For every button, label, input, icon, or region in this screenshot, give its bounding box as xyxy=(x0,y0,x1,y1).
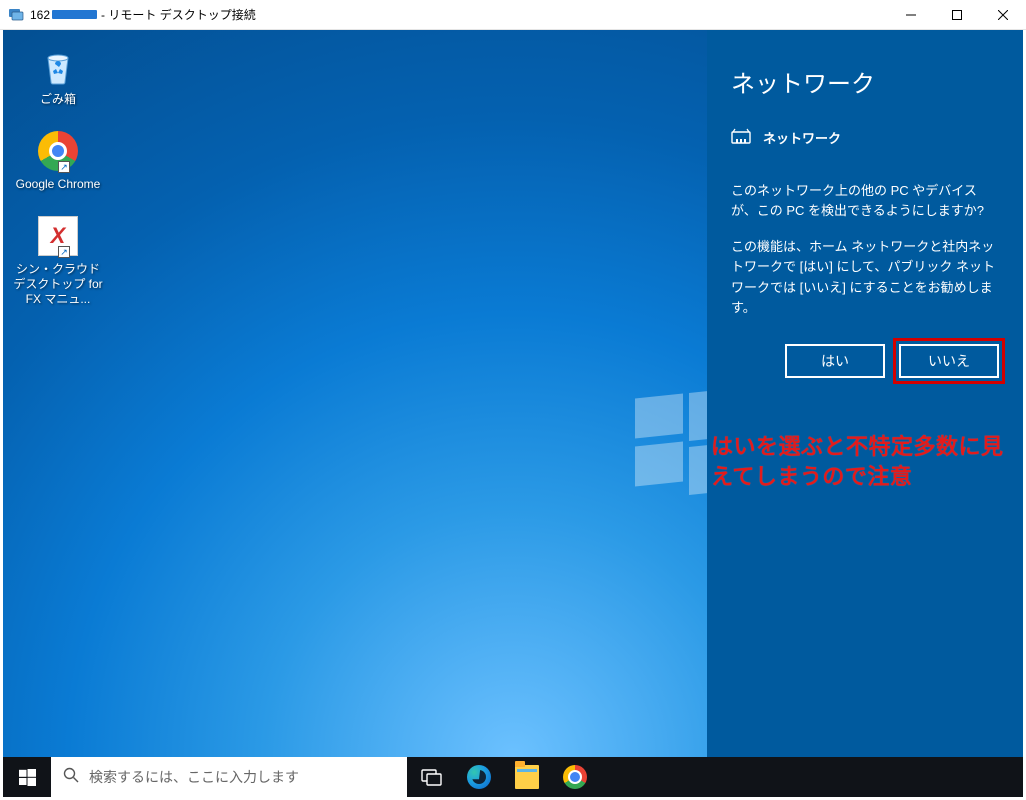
taskbar-search[interactable]: 検索するには、ここに入力します xyxy=(51,757,407,797)
network-panel: ネットワーク ネットワーク このネットワーク上の他の PC やデバイスが、この … xyxy=(707,30,1023,757)
shortcut-arrow-icon: ↗ xyxy=(58,246,70,258)
network-panel-title: ネットワーク xyxy=(731,64,999,99)
network-section-row: ネットワーク xyxy=(731,127,999,147)
maximize-button[interactable] xyxy=(934,0,980,30)
folder-icon xyxy=(515,765,539,789)
taskbar-explorer[interactable] xyxy=(503,757,551,797)
network-message-2: この機能は、ホーム ネットワークと社内ネットワークで [はい] にして、パブリッ… xyxy=(731,237,999,318)
close-button[interactable] xyxy=(980,0,1026,30)
document-icon: X ↗ xyxy=(36,214,80,258)
search-placeholder: 検索するには、ここに入力します xyxy=(89,767,299,787)
title-prefix: 162 xyxy=(30,8,50,22)
no-button[interactable]: いいえ xyxy=(899,344,999,378)
search-icon xyxy=(63,767,79,788)
network-buttons: はい いいえ xyxy=(731,344,999,378)
chrome-icon: ↗ xyxy=(36,129,80,173)
taskbar-edge[interactable] xyxy=(455,757,503,797)
chrome-label: Google Chrome xyxy=(13,177,103,192)
ethernet-icon xyxy=(731,127,751,147)
taskbar: 検索するには、ここに入力します xyxy=(3,757,1023,797)
chrome-shortcut-icon[interactable]: ↗ Google Chrome xyxy=(13,129,103,192)
chrome-icon xyxy=(563,765,587,789)
edge-icon xyxy=(467,765,491,789)
recycle-bin-icon[interactable]: ごみ箱 xyxy=(13,44,103,107)
network-section-label: ネットワーク xyxy=(763,128,841,147)
desktop-icons: ごみ箱 ↗ Google Chrome X ↗ シン・クラウドデスクトップ fo… xyxy=(13,44,103,329)
trash-icon xyxy=(36,44,80,88)
titlebar: 162 - リモート デスクトップ接続 xyxy=(0,0,1026,30)
start-button[interactable] xyxy=(3,757,51,797)
task-view-button[interactable] xyxy=(407,757,455,797)
remote-desktop-area: ごみ箱 ↗ Google Chrome X ↗ シン・クラウドデスクトップ fo… xyxy=(3,30,1023,797)
title-redacted xyxy=(52,10,97,19)
shortcut-arrow-icon: ↗ xyxy=(58,161,70,173)
yes-button[interactable]: はい xyxy=(785,344,885,378)
remote-desktop[interactable]: ごみ箱 ↗ Google Chrome X ↗ シン・クラウドデスクトップ fo… xyxy=(3,30,1023,797)
recycle-bin-label: ごみ箱 xyxy=(13,92,103,107)
title-suffix: - リモート デスクトップ接続 xyxy=(101,6,256,23)
rdp-icon xyxy=(8,7,24,23)
app-shortcut-icon[interactable]: X ↗ シン・クラウドデスクトップ for FX マニュ... xyxy=(13,214,103,307)
rdp-window: 162 - リモート デスクトップ接続 xyxy=(0,0,1026,800)
taskbar-chrome[interactable] xyxy=(551,757,599,797)
minimize-button[interactable] xyxy=(888,0,934,30)
annotation-text: はいを選ぶと不特定多数に見えてしまうので注意 xyxy=(711,432,1015,491)
app-label: シン・クラウドデスクトップ for FX マニュ... xyxy=(13,262,103,307)
network-message-1: このネットワーク上の他の PC やデバイスが、この PC を検出できるようにしま… xyxy=(731,181,999,221)
